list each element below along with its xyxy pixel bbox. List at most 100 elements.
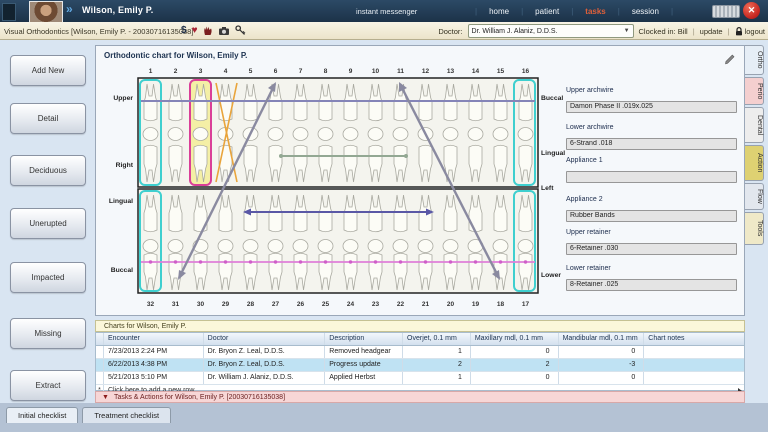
tooth-occlusal-glyph[interactable] <box>442 239 459 253</box>
tab-perio[interactable]: Perio <box>745 77 764 105</box>
doctor-dropdown[interactable]: Dr. William J. Alaniz, D.D.S. ▼ <box>467 24 634 38</box>
hand-icon[interactable] <box>203 25 213 36</box>
tooth-occlusal-glyph[interactable] <box>317 239 334 253</box>
impacted-button[interactable]: Impacted <box>10 262 86 293</box>
toolbar-right: Doctor: Dr. William J. Alaniz, D.D.S. ▼ … <box>438 24 765 38</box>
tooth-occlusal-glyph[interactable] <box>517 127 534 141</box>
collapse-caret-icon[interactable]: ▼ <box>102 394 109 401</box>
lower-retainer-input[interactable] <box>566 278 737 291</box>
tooth-occlusal-glyph[interactable] <box>467 127 484 141</box>
tooth-number-upper: 3 <box>199 68 203 75</box>
tab-initial-checklist[interactable]: Initial checklist <box>6 407 79 423</box>
tooth-number-upper: 14 <box>472 68 480 75</box>
close-button[interactable]: ✕ <box>743 2 760 19</box>
tooth-occlusal-glyph[interactable] <box>142 127 159 141</box>
bracket-dot <box>448 260 453 264</box>
col-description[interactable]: Description <box>325 333 404 345</box>
deciduous-button[interactable]: Deciduous <box>10 155 86 186</box>
tooth-occlusal-glyph[interactable] <box>217 239 234 253</box>
lower-archwire-input[interactable] <box>566 137 737 150</box>
dollar-icon[interactable]: $ <box>181 25 187 36</box>
tooth-number-lower: 28 <box>247 301 255 308</box>
tooth-occlusal-glyph[interactable] <box>242 239 259 253</box>
nav-tasks[interactable]: tasks <box>574 7 616 16</box>
row-marker <box>96 359 104 371</box>
tooth-occlusal-glyph[interactable] <box>342 239 359 253</box>
tooth-occlusal-glyph[interactable] <box>367 239 384 253</box>
charts-band[interactable]: Charts for Wilson, Emily P. <box>95 320 745 332</box>
module-title: Visual Orthodontics [Wilson, Emily P. - … <box>4 27 194 36</box>
tooth-occlusal-glyph[interactable] <box>292 239 309 253</box>
table-row-selected[interactable]: 6/22/2013 4:38 PM Dr. Bryon Z. Leal, D.D… <box>96 359 744 372</box>
edit-pencil-icon[interactable] <box>724 52 735 70</box>
mini-toolbar-button[interactable] <box>712 5 740 18</box>
lower-retainer-label: Lower retainer <box>566 265 611 272</box>
tooth-occlusal-glyph[interactable] <box>267 239 284 253</box>
bracket-dot <box>423 260 428 264</box>
col-doctor[interactable]: Doctor <box>204 333 326 345</box>
tooth-occlusal-glyph[interactable] <box>392 127 409 141</box>
col-encounter[interactable]: Encounter <box>104 333 204 345</box>
missing-button[interactable]: Missing <box>10 318 86 349</box>
tooth-occlusal-glyph[interactable] <box>392 239 409 253</box>
tooth-occlusal-glyph[interactable] <box>517 239 534 253</box>
heart-icon[interactable]: ♥ <box>192 25 198 36</box>
tasks-band-title: Tasks & Actions for Wilson, Emily P. [20… <box>113 393 286 401</box>
cell-maxillary: 0 <box>471 372 559 384</box>
col-mandibular[interactable]: Mandibular mdl, 0.1 mm <box>559 333 645 345</box>
tooth-occlusal-glyph[interactable] <box>267 127 284 141</box>
appliance-1-input[interactable] <box>566 170 737 183</box>
appliance-1-label: Appliance 1 <box>566 157 603 164</box>
tasks-actions-band[interactable]: ▼ Tasks & Actions for Wilson, Emily P. [… <box>95 391 745 403</box>
key-icon[interactable] <box>234 25 246 36</box>
nav-session[interactable]: session <box>621 7 670 16</box>
tooth-occlusal-glyph[interactable] <box>417 239 434 253</box>
table-row[interactable]: 7/23/2013 2:24 PM Dr. Bryon Z. Leal, D.D… <box>96 346 744 359</box>
instant-messenger-link[interactable]: instant messenger <box>356 7 417 16</box>
extract-button[interactable]: Extract <box>10 370 86 401</box>
app-corner-icon <box>2 3 16 21</box>
nav-patient[interactable]: patient <box>524 7 570 16</box>
col-overjet[interactable]: Overjet, 0.1 mm <box>403 333 471 345</box>
tooth-occlusal-glyph[interactable] <box>292 127 309 141</box>
cell-mandibular: -3 <box>559 359 645 371</box>
tooth-occlusal-glyph[interactable] <box>167 127 184 141</box>
clocked-in-status: Clocked in: Bill <box>638 26 688 36</box>
nav-home[interactable]: home <box>478 7 520 16</box>
tab-tools[interactable]: Tools <box>745 212 764 245</box>
tooth-number-upper: 8 <box>324 68 328 75</box>
tooth-occlusal-glyph[interactable] <box>492 239 509 253</box>
add-new-button[interactable]: Add New <box>10 55 86 86</box>
cell-mandibular: 0 <box>559 346 645 358</box>
tooth-occlusal-glyph[interactable] <box>167 239 184 253</box>
tab-dental[interactable]: Dental <box>745 107 764 143</box>
tooth-occlusal-glyph[interactable] <box>317 127 334 141</box>
table-row[interactable]: 5/21/2013 5:10 PM Dr. William J. Alaniz,… <box>96 372 744 385</box>
update-link[interactable]: update <box>700 27 723 36</box>
col-chart-notes[interactable]: Chart notes <box>644 333 744 345</box>
tooth-occlusal-glyph[interactable] <box>142 239 159 253</box>
detail-button[interactable]: Detail <box>10 103 86 134</box>
tooth-occlusal-glyph[interactable] <box>367 127 384 141</box>
tooth-occlusal-glyph[interactable] <box>342 127 359 141</box>
tooth-occlusal-glyph[interactable] <box>442 127 459 141</box>
tab-ortho[interactable]: Ortho <box>745 45 764 75</box>
col-maxillary[interactable]: Maxillary mdl, 0.1 mm <box>471 333 559 345</box>
tab-treatment-checklist[interactable]: Treatment checklist <box>82 407 172 423</box>
cell-overjet: 1 <box>403 372 471 384</box>
row-marker <box>96 372 104 384</box>
upper-archwire-input[interactable] <box>566 100 737 113</box>
tooth-occlusal-glyph[interactable] <box>192 127 209 141</box>
tab-action[interactable]: Action <box>745 145 764 181</box>
bracket-dot <box>323 260 328 264</box>
appliance-2-input[interactable] <box>566 209 737 222</box>
camera-icon[interactable] <box>218 26 230 36</box>
logout-link[interactable]: logout <box>735 27 765 36</box>
unerupted-button[interactable]: Unerupted <box>10 208 86 239</box>
grid-gutter <box>96 333 104 345</box>
upper-retainer-input[interactable] <box>566 242 737 255</box>
tab-flow[interactable]: Flow <box>745 183 764 210</box>
appliance-2-field: Appliance 2 <box>566 196 737 222</box>
cell-description: Removed headgear <box>325 346 404 358</box>
tooth-occlusal-glyph[interactable] <box>492 127 509 141</box>
